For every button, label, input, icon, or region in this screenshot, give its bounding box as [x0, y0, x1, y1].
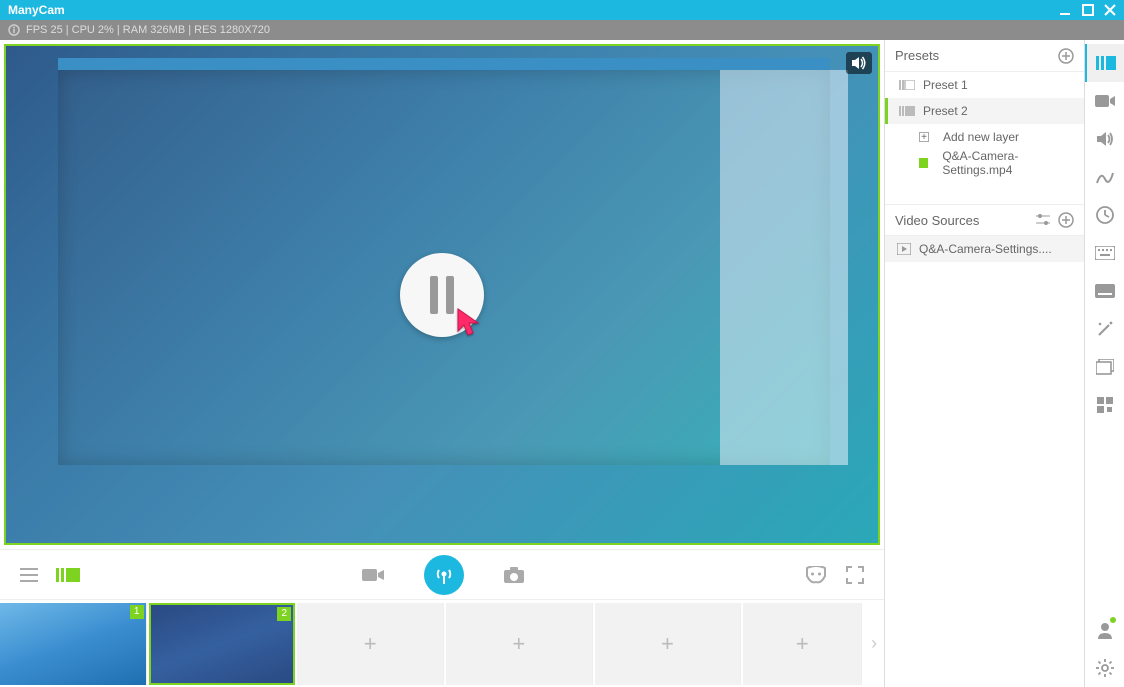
thumb-slot-empty[interactable]: + — [743, 603, 862, 685]
media-icon — [897, 243, 911, 255]
add-layer-label: Add new layer — [943, 130, 1019, 144]
add-preset-icon[interactable] — [1058, 48, 1074, 64]
camera-icon[interactable] — [362, 567, 384, 583]
add-source-icon[interactable] — [1058, 212, 1074, 228]
video-source-label: Q&A-Camera-Settings.... — [919, 242, 1052, 256]
transition-icon[interactable] — [56, 566, 80, 584]
right-rail — [1084, 40, 1124, 687]
inner-right-rail — [830, 70, 848, 465]
presets-panel: Presets Preset 1 Preset 2 + Add new laye… — [884, 40, 1084, 687]
presets-header-label: Presets — [895, 48, 939, 63]
hamburger-icon[interactable] — [20, 568, 38, 582]
thumb-slot-empty[interactable]: + — [297, 603, 444, 685]
thumb-slot-empty[interactable]: + — [446, 603, 593, 685]
preset-item[interactable]: Preset 1 — [885, 72, 1084, 98]
rail-draw-icon[interactable] — [1085, 158, 1124, 196]
rail-keyboard-icon[interactable] — [1085, 234, 1124, 272]
rail-time-icon[interactable] — [1085, 196, 1124, 234]
add-layer-row[interactable]: + Add new layer — [885, 124, 1084, 150]
rail-subtitle-icon[interactable] — [1085, 272, 1124, 310]
rail-settings-icon[interactable] — [1085, 649, 1124, 687]
presets-header: Presets — [885, 40, 1084, 72]
rail-effects-icon[interactable] — [1085, 310, 1124, 348]
main: 1 2 + + + + › Presets Preset 1 — [0, 40, 1124, 687]
rail-grid-icon[interactable] — [1085, 386, 1124, 424]
thumb-slot-2[interactable]: 2 — [149, 603, 296, 685]
preset-label: Preset 1 — [923, 78, 968, 92]
close-button[interactable] — [1104, 4, 1116, 16]
video-sources-header: Video Sources — [885, 204, 1084, 236]
presets-list: Preset 1 Preset 2 + Add new layer Q&A-Ca… — [885, 72, 1084, 176]
info-icon — [8, 24, 20, 36]
layer-dot-icon — [919, 158, 928, 168]
snapshot-icon[interactable] — [504, 567, 524, 583]
app-title: ManyCam — [8, 3, 65, 17]
plus-icon: + — [919, 132, 929, 142]
rail-account-icon[interactable] — [1085, 611, 1124, 649]
video-sources-label: Video Sources — [895, 213, 979, 228]
thumb-slot-1[interactable]: 1 — [0, 603, 147, 685]
mask-icon[interactable] — [806, 566, 826, 584]
minimize-button[interactable] — [1060, 4, 1072, 16]
rail-audio-icon[interactable] — [1085, 120, 1124, 158]
preset-item-active[interactable]: Preset 2 — [885, 98, 1084, 124]
maximize-button[interactable] — [1082, 4, 1094, 16]
sources-settings-icon[interactable] — [1036, 214, 1050, 226]
rail-gallery-icon[interactable] — [1085, 348, 1124, 386]
sound-icon[interactable] — [846, 52, 872, 74]
status-text: FPS 25 | CPU 2% | RAM 326MB | RES 1280X7… — [26, 24, 270, 36]
broadcast-button[interactable] — [424, 555, 464, 595]
rail-presets-icon[interactable] — [1085, 44, 1124, 82]
thumb-number: 2 — [277, 607, 291, 621]
thumb-next-icon[interactable]: › — [864, 633, 884, 654]
layer-file-row[interactable]: Q&A-Camera-Settings.mp4 — [885, 150, 1084, 176]
thumbnail-strip: 1 2 + + + + › — [0, 599, 884, 687]
preset-label: Preset 2 — [923, 104, 968, 118]
preview-viewport[interactable] — [4, 44, 880, 545]
titlebar: ManyCam — [0, 0, 1124, 20]
status-bar: FPS 25 | CPU 2% | RAM 326MB | RES 1280X7… — [0, 20, 1124, 40]
left-column: 1 2 + + + + › — [0, 40, 884, 687]
thumb-number: 1 — [130, 605, 144, 619]
preset-icon — [899, 80, 915, 90]
layer-file-label: Q&A-Camera-Settings.mp4 — [942, 149, 1076, 177]
video-source-item[interactable]: Q&A-Camera-Settings.... — [885, 236, 1084, 262]
thumb-slot-empty[interactable]: + — [595, 603, 742, 685]
bottom-toolbar — [0, 549, 884, 599]
fullscreen-icon[interactable] — [846, 566, 864, 584]
rail-camera-icon[interactable] — [1085, 82, 1124, 120]
inner-settings-panel — [720, 70, 830, 465]
preset-icon — [899, 106, 915, 116]
